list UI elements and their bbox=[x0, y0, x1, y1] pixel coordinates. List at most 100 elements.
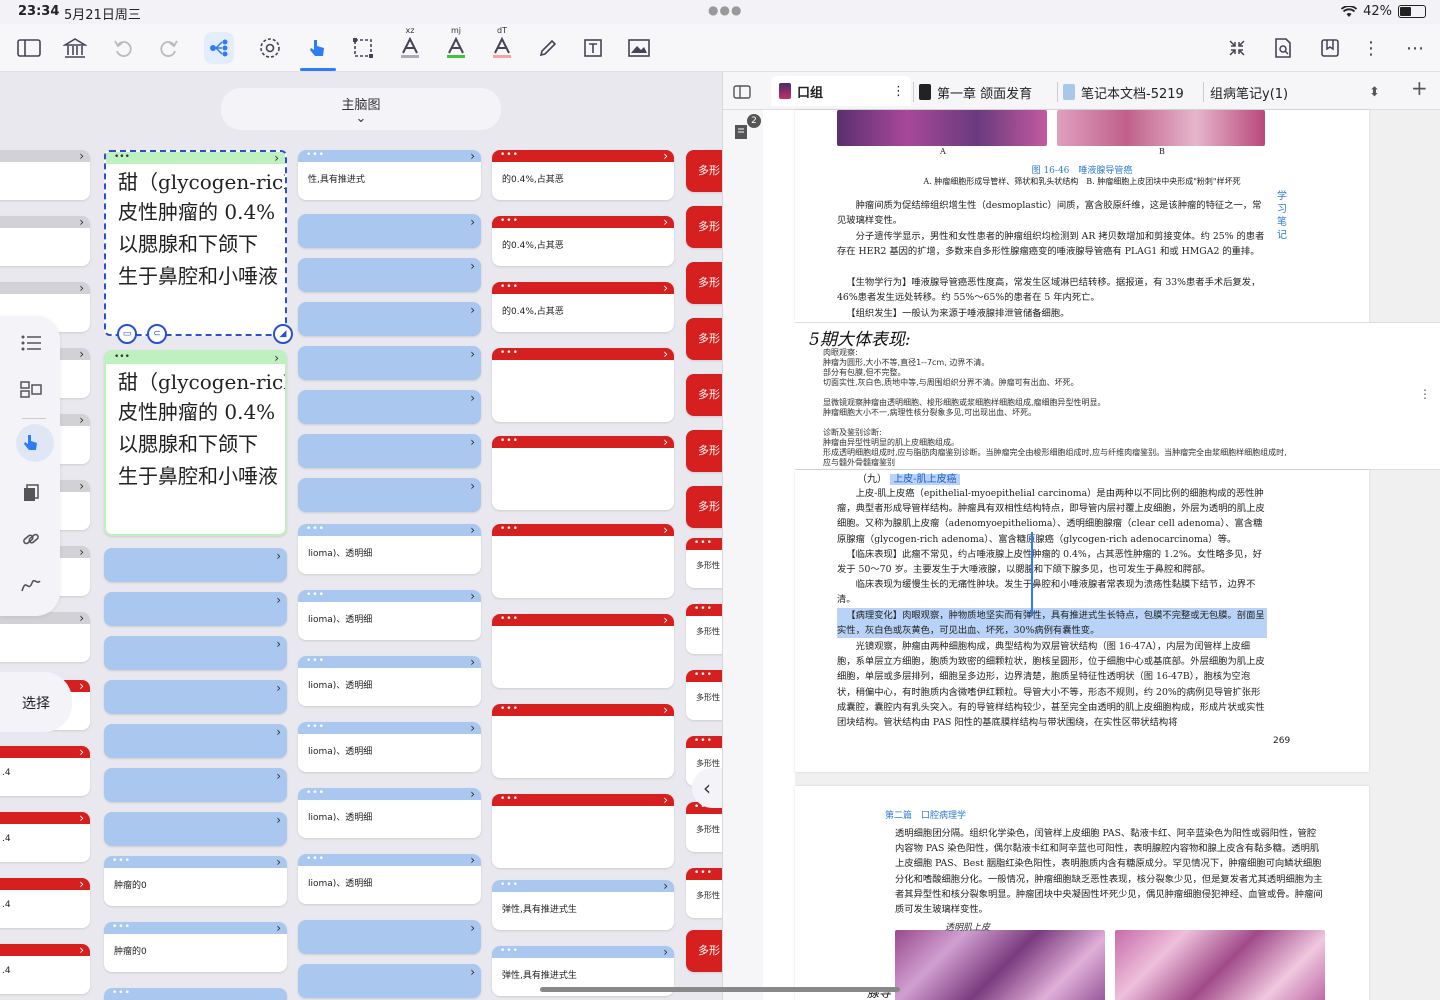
expand-arrow-icon[interactable]: › bbox=[470, 215, 475, 229]
expand-arrow-icon[interactable]: › bbox=[276, 856, 281, 869]
expand-arrow-icon[interactable]: › bbox=[470, 259, 475, 273]
sort-arrows-icon[interactable]: ⬍ bbox=[1369, 81, 1380, 103]
mindmap-node[interactable]: › bbox=[104, 768, 287, 802]
resize-handle-icon[interactable]: ◢ bbox=[273, 324, 293, 344]
mindmap-node[interactable]: ••• › lioma)、透明细 bbox=[298, 590, 481, 640]
expand-arrow-icon[interactable]: › bbox=[470, 303, 475, 317]
expand-arrow-icon[interactable]: › bbox=[470, 921, 475, 935]
expand-arrow-icon[interactable]: › bbox=[79, 878, 84, 891]
document-reader[interactable]: 口组 ⋮ 第一章 颌面发育 笔记本文档-5219 组病笔记y(1) ⬍ + 2 … bbox=[722, 72, 1440, 1000]
mindmap-node[interactable]: › bbox=[298, 258, 481, 292]
expand-arrow-icon[interactable]: › bbox=[470, 391, 475, 405]
mindmap-node[interactable]: 多形 bbox=[686, 374, 722, 416]
text-highlight-xz-icon[interactable]: xz bbox=[395, 26, 425, 64]
link-icon[interactable] bbox=[18, 526, 44, 552]
pen-icon[interactable] bbox=[533, 32, 563, 64]
tab-chapter1[interactable]: 第一章 颌面发育 bbox=[919, 81, 1032, 103]
mindmap-node[interactable]: ••• 多形性 bbox=[686, 670, 722, 720]
expand-arrow-icon[interactable]: › bbox=[79, 480, 84, 493]
undo-icon[interactable] bbox=[108, 32, 138, 64]
expand-arrow-icon[interactable]: › bbox=[663, 524, 668, 537]
mindmap-node[interactable]: ••• › bbox=[492, 704, 674, 778]
mindmap-node[interactable]: › bbox=[0, 216, 90, 266]
library-icon[interactable] bbox=[60, 32, 90, 64]
multitask-dots-icon[interactable]: ●●● bbox=[708, 3, 742, 17]
inserted-note[interactable]: 5期大体表现: 肉眼观察: 肿瘤为圆形,大小不等,直径1--7cm, 边界不清。部… bbox=[795, 322, 1440, 470]
expand-arrow-icon[interactable]: › bbox=[79, 812, 84, 825]
mindmap-node-selected[interactable]: •••› 甜（glycogen-rich ac 皮性肿瘤的 0.4% 以腮腺和下… bbox=[104, 150, 287, 336]
expand-arrow-icon[interactable]: › bbox=[276, 813, 281, 827]
mindmap-node[interactable]: › bbox=[104, 812, 287, 846]
expand-arrow-icon[interactable]: › bbox=[276, 725, 281, 739]
mindmap-node[interactable]: › bbox=[298, 214, 481, 248]
mindmap-node[interactable]: ••• › lioma)、透明细 bbox=[298, 788, 481, 838]
expand-arrow-icon[interactable]: › bbox=[274, 352, 279, 365]
mindmap-title-pill[interactable]: 主脑图 ⌄ bbox=[221, 88, 501, 130]
comment-handle-icon[interactable]: ▭ bbox=[117, 324, 137, 344]
mindmap-node[interactable]: ›.4 bbox=[0, 812, 90, 862]
expand-arrow-icon[interactable]: › bbox=[79, 414, 84, 427]
expand-arrow-icon[interactable]: › bbox=[470, 150, 475, 163]
note-more-icon[interactable]: ⋮ bbox=[1419, 387, 1431, 401]
mindmap-node[interactable]: › bbox=[104, 548, 287, 582]
mindmap-node[interactable]: 多形 bbox=[686, 262, 722, 304]
expand-arrow-icon[interactable]: › bbox=[663, 794, 668, 807]
tab-pathology-notes[interactable]: 组病笔记y(1) bbox=[1210, 81, 1320, 103]
expand-arrow-icon[interactable]: › bbox=[79, 348, 84, 361]
mindmap-node[interactable]: ••• › 的0.4%,占其恶 bbox=[492, 282, 674, 332]
curve-icon[interactable] bbox=[18, 572, 44, 598]
expand-arrow-icon[interactable]: › bbox=[470, 524, 475, 537]
split-view-icon[interactable] bbox=[733, 81, 751, 103]
expand-arrow-icon[interactable]: › bbox=[663, 704, 668, 717]
mindmap-node[interactable]: ••• › 肿瘤的0 bbox=[104, 922, 287, 972]
expand-arrow-icon[interactable]: › bbox=[276, 637, 281, 651]
expand-arrow-icon[interactable]: › bbox=[79, 546, 84, 559]
expand-arrow-icon[interactable]: › bbox=[79, 746, 84, 759]
expand-arrow-icon[interactable]: › bbox=[276, 922, 281, 935]
page-scroll-area[interactable]: A B 图 16-46 唾液腺导管癌 A. 肿瘤细胞形成导管样、筛状和乳头状结构… bbox=[795, 110, 1440, 1000]
expand-arrow-icon[interactable]: › bbox=[663, 348, 668, 361]
hand-pointer-icon[interactable] bbox=[302, 32, 332, 64]
mindmap-node[interactable]: ••• bbox=[104, 988, 287, 1000]
expand-arrow-icon[interactable]: › bbox=[470, 965, 475, 979]
collapse-icon[interactable] bbox=[1222, 32, 1252, 64]
mindmap-node[interactable]: ••• › bbox=[492, 524, 674, 598]
expand-arrow-icon[interactable]: › bbox=[470, 656, 475, 669]
mindmap-node[interactable]: ••• 多形性 bbox=[686, 538, 722, 588]
mindmap-node[interactable]: › bbox=[298, 346, 481, 380]
expand-arrow-icon[interactable]: › bbox=[79, 944, 84, 957]
copy-icon[interactable] bbox=[18, 480, 44, 506]
mindmap-node[interactable]: ›.4 bbox=[0, 746, 90, 796]
mindmap-node[interactable]: 多形 bbox=[686, 430, 722, 472]
expand-arrow-icon[interactable]: › bbox=[663, 946, 668, 959]
mindmap-node[interactable]: 多形 bbox=[686, 318, 722, 360]
expand-arrow-icon[interactable]: › bbox=[470, 722, 475, 735]
mindmap-node[interactable]: › bbox=[298, 434, 481, 468]
prev-arrow-icon[interactable]: ‹ bbox=[703, 776, 711, 800]
mindmap-node[interactable]: ••• › lioma)、透明细 bbox=[298, 524, 481, 574]
bookmark-icon[interactable] bbox=[1315, 32, 1345, 64]
home-indicator[interactable] bbox=[540, 987, 900, 992]
mindmap-node[interactable]: ••• › bbox=[492, 614, 674, 688]
chevron-down-icon[interactable]: ⌄ bbox=[221, 112, 501, 125]
mindmap-node[interactable]: ••• › bbox=[492, 436, 674, 510]
more-vertical-icon[interactable]: ⋮ bbox=[1356, 32, 1386, 64]
expand-arrow-icon[interactable]: › bbox=[276, 549, 281, 563]
text-highlight-dt-icon[interactable]: dT bbox=[487, 26, 517, 64]
mindmap-node[interactable]: 多形 bbox=[686, 206, 722, 248]
expand-arrow-icon[interactable]: › bbox=[470, 590, 475, 603]
expand-arrow-icon[interactable]: › bbox=[79, 612, 84, 625]
mindmap-node[interactable]: › bbox=[298, 920, 481, 954]
expand-arrow-icon[interactable]: › bbox=[470, 854, 475, 867]
expand-arrow-icon[interactable]: › bbox=[663, 614, 668, 627]
mindmap-node[interactable]: ••• 多形性 bbox=[686, 868, 722, 918]
mindmap-node[interactable]: ••• › lioma)、透明细 bbox=[298, 656, 481, 706]
mindmap-node[interactable]: ••• › bbox=[492, 348, 674, 422]
expand-arrow-icon[interactable]: › bbox=[663, 436, 668, 449]
mindmap-node[interactable]: ••• › lioma)、透明细 bbox=[298, 722, 481, 772]
more-horizontal-icon[interactable]: ⋯ bbox=[1400, 32, 1430, 64]
link-handle-icon[interactable]: ⊂ bbox=[147, 324, 167, 344]
mindmap-icon[interactable] bbox=[204, 32, 234, 64]
mindmap-node[interactable]: ›.4 bbox=[0, 878, 90, 928]
expand-arrow-icon[interactable]: › bbox=[274, 152, 279, 165]
